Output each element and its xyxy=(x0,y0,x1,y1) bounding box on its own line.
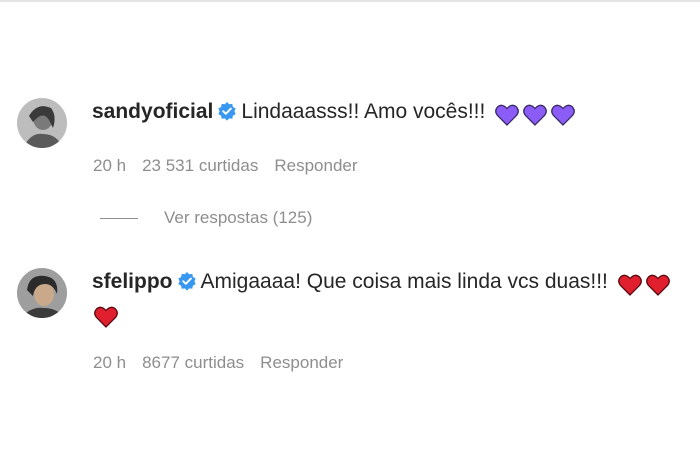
heart-emojis xyxy=(94,303,118,331)
reply-button[interactable]: Responder xyxy=(260,353,343,372)
heart-emojis xyxy=(491,101,576,129)
avatar[interactable] xyxy=(17,268,67,318)
heart-emojis xyxy=(614,271,670,299)
comment-body: sandyoficial Lindaaasss!! Amo vocês!!! xyxy=(92,98,576,129)
avatar[interactable] xyxy=(17,98,67,148)
comments-panel: sandyoficial Lindaaasss!! Amo vocês!!! 20… xyxy=(0,0,700,466)
comment-text: Lindaaasss!! Amo vocês!!! xyxy=(241,100,486,123)
comment-body-continued xyxy=(94,300,118,331)
view-replies-label[interactable]: Ver respostas (125) xyxy=(164,208,312,228)
comment-text: Amigaaaa! Que coisa mais linda vcs duas!… xyxy=(200,270,608,293)
comment-username[interactable]: sfelippo xyxy=(92,270,173,293)
red-heart-icon xyxy=(94,307,118,329)
verified-badge-icon xyxy=(217,101,237,129)
avatar-image xyxy=(17,98,67,148)
comment-meta: 20 h 8677 curtidas Responder xyxy=(93,352,359,374)
comment-time: 20 h xyxy=(93,156,127,175)
comment-likes[interactable]: 8677 curtidas xyxy=(142,353,244,372)
comment-time: 20 h xyxy=(93,353,127,372)
comment-body: sfelippo Amigaaaa! Que coisa mais linda v… xyxy=(92,268,670,299)
view-replies-button[interactable]: Ver respostas (125) xyxy=(100,207,312,229)
comment-likes[interactable]: 23 531 curtidas xyxy=(142,156,258,175)
red-heart-icon xyxy=(617,275,642,297)
avatar-image xyxy=(17,268,67,318)
top-divider xyxy=(0,0,700,2)
purple-heart-icon xyxy=(523,105,548,127)
purple-heart-icon xyxy=(495,105,520,127)
red-heart-icon xyxy=(645,275,670,297)
comment-username[interactable]: sandyoficial xyxy=(92,100,213,123)
purple-heart-icon xyxy=(551,105,576,127)
replies-divider xyxy=(100,217,138,219)
reply-button[interactable]: Responder xyxy=(274,156,357,175)
comment-meta: 20 h 23 531 curtidas Responder xyxy=(93,155,374,177)
verified-badge-icon xyxy=(177,271,197,299)
